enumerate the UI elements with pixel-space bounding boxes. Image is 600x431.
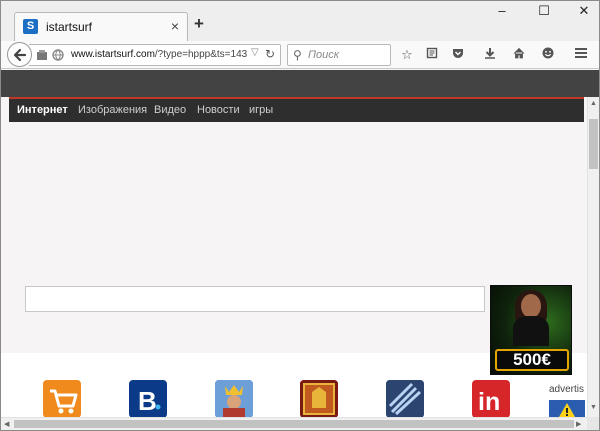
tab-title: istartsurf xyxy=(46,20,93,34)
url-dropdown-icon[interactable]: ▽ xyxy=(251,47,259,58)
toolbar-strip xyxy=(1,70,599,97)
game-sword-app-icon[interactable] xyxy=(386,380,424,418)
horizontal-scroll-thumb[interactable] xyxy=(14,420,574,428)
reload-icon[interactable]: ↻ xyxy=(265,47,275,61)
search-bar[interactable]: ⚲ Поиск xyxy=(287,44,391,66)
url-bar[interactable]: www.istartsurf.com/?type=hppp&ts=143 ▽ ↻ xyxy=(29,44,281,66)
menu-icon[interactable] xyxy=(571,45,591,65)
vertical-scroll-thumb[interactable] xyxy=(589,119,598,169)
identity-icon[interactable] xyxy=(36,49,48,61)
smiley-icon[interactable] xyxy=(538,45,558,65)
url-text[interactable]: www.istartsurf.com/?type=hppp&ts=143 xyxy=(71,49,249,60)
linkedin-app-icon[interactable]: in xyxy=(472,380,510,418)
new-tab-button[interactable]: + xyxy=(194,14,204,34)
site-favicon-icon: S xyxy=(23,19,38,34)
menu-item-internet[interactable]: Интернет xyxy=(17,104,68,116)
tab-close-icon[interactable]: × xyxy=(171,18,179,34)
close-window-button[interactable]: ✕ xyxy=(570,3,598,19)
game-castle-app-icon[interactable] xyxy=(300,380,338,418)
svg-text:B: B xyxy=(138,386,157,416)
site-search-input[interactable] xyxy=(25,286,485,312)
reading-list-icon[interactable] xyxy=(422,45,442,65)
shopping-cart-app-icon[interactable] xyxy=(43,380,81,418)
menu-item-images[interactable]: Изображения xyxy=(78,104,147,116)
scroll-up-icon[interactable]: ▲ xyxy=(590,100,597,107)
star-icon[interactable]: ☆ xyxy=(397,45,417,65)
url-domain: www.istartsurf.com xyxy=(71,49,155,60)
tab-istartsurf[interactable]: S istartsurf × xyxy=(14,12,188,41)
url-path: /?type=hppp&ts=143 xyxy=(154,49,248,60)
scroll-down-icon[interactable]: ▼ xyxy=(590,404,597,411)
menu-item-games[interactable]: игры xyxy=(249,104,273,116)
pocket-icon[interactable] xyxy=(448,45,468,65)
search-placeholder: Поиск xyxy=(308,49,339,61)
game-knight-app-icon[interactable] xyxy=(215,380,253,418)
ad-prize-text: 500€ xyxy=(495,349,569,371)
svg-text:in: in xyxy=(478,388,500,416)
scrollbar-corner xyxy=(587,417,599,430)
vertical-scrollbar[interactable]: ▲ ▼ xyxy=(587,97,599,417)
horizontal-scrollbar[interactable]: ◀ ▶ xyxy=(1,417,587,430)
tab-strip: S istartsurf × + – ☐ ✕ xyxy=(1,1,599,41)
booking-app-icon[interactable]: B xyxy=(129,380,167,418)
navigation-toolbar: www.istartsurf.com/?type=hppp&ts=143 ▽ ↻… xyxy=(1,41,599,69)
scroll-right-icon[interactable]: ▶ xyxy=(576,420,581,428)
menu-item-video[interactable]: Видео xyxy=(154,104,186,116)
search-icon: ⚲ xyxy=(293,48,302,62)
browser-window: S istartsurf × + – ☐ ✕ www.istartsurf.co… xyxy=(0,0,600,431)
menu-item-news[interactable]: Новости xyxy=(197,104,240,116)
site-menu-bar: Интернет Изображения Видео Новости игры xyxy=(9,97,584,122)
globe-icon xyxy=(52,49,64,61)
casino-ad-banner[interactable]: 500€ xyxy=(490,285,572,375)
app-shortcuts: B in xyxy=(1,380,587,420)
scroll-left-icon[interactable]: ◀ xyxy=(4,420,9,428)
advertisement-label: advertis xyxy=(549,384,585,395)
back-button[interactable] xyxy=(7,42,32,67)
warning-ad-icon[interactable] xyxy=(549,400,585,418)
minimize-button[interactable]: – xyxy=(488,3,516,18)
page-content: Интернет Изображения Видео Новости игры … xyxy=(1,97,587,420)
download-icon[interactable] xyxy=(480,45,500,65)
home-icon[interactable] xyxy=(509,45,529,65)
back-arrow-icon xyxy=(13,48,27,62)
maximize-button[interactable]: ☐ xyxy=(530,3,558,19)
